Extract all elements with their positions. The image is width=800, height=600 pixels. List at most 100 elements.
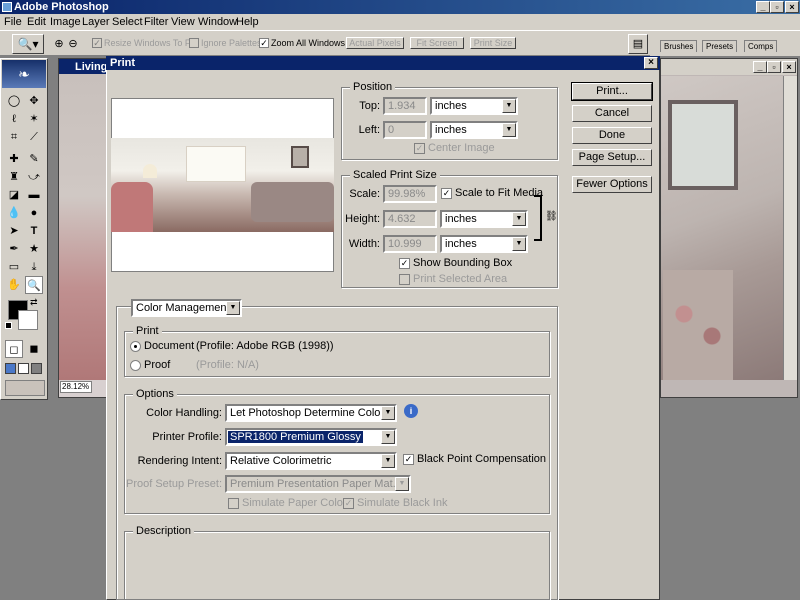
fit-screen-button[interactable]: Fit Screen <box>410 37 464 49</box>
slice-tool-icon[interactable]: ⟋ <box>25 128 43 146</box>
height-unit-select[interactable]: inches ▼ <box>440 210 528 228</box>
page-setup-button[interactable]: Page Setup... <box>572 149 652 166</box>
screen-mode-full-menu-icon[interactable] <box>18 363 29 374</box>
left-input[interactable]: 0 <box>383 121 427 139</box>
history-brush-tool-icon[interactable]: ⤻ <box>25 168 43 186</box>
menu-select[interactable]: Select <box>112 15 143 29</box>
printer-profile-select[interactable]: SPR1800 Premium Glossy ▼ <box>225 428 397 446</box>
move-tool-icon[interactable]: ✥ <box>25 92 43 110</box>
scale-to-fit-media-checkbox[interactable] <box>441 188 452 199</box>
clone-stamp-tool-icon[interactable]: ♜ <box>5 168 23 186</box>
ignore-palettes-checkbox[interactable] <box>189 38 199 48</box>
cancel-button[interactable]: Cancel <box>572 105 652 122</box>
jump-to-imageready-icon[interactable] <box>5 380 45 396</box>
palette-tab-brushes[interactable]: Brushes <box>660 40 698 52</box>
height-label: Height: <box>345 213 380 225</box>
print-size-button[interactable]: Print Size <box>470 37 516 49</box>
simulate-paper-color-checkbox[interactable] <box>228 498 239 509</box>
menu-view[interactable]: View <box>171 15 195 29</box>
feather-logo-icon[interactable]: ❧ <box>2 60 46 88</box>
lasso-tool-icon[interactable]: ℓ <box>5 110 23 128</box>
doc-maximize-button[interactable]: ▫ <box>767 61 781 73</box>
zoom-out-icon[interactable]: ⊖ <box>66 37 80 51</box>
proof-setup-preset-select[interactable]: Premium Presentation Paper Mat... ▼ <box>225 475 411 493</box>
path-selection-tool-icon[interactable]: ➤ <box>5 222 23 240</box>
width-unit-select[interactable]: inches ▼ <box>440 235 528 253</box>
pen-tool-icon[interactable]: ✒ <box>5 240 23 258</box>
left-unit-select[interactable]: inches ▼ <box>430 121 518 139</box>
maximize-button[interactable]: ▫ <box>770 1 784 13</box>
menu-image[interactable]: Image <box>50 15 81 29</box>
document-radio-label: Document <box>144 340 195 352</box>
hand-tool-icon[interactable]: ✋ <box>5 276 23 294</box>
dodge-tool-icon[interactable]: ● <box>25 204 43 222</box>
marquee-tool-icon[interactable]: ◯ <box>5 92 23 110</box>
print-selected-area-checkbox[interactable] <box>399 274 410 285</box>
zoom-in-icon[interactable]: ⊕ <box>52 37 66 51</box>
width-input[interactable]: 10.999 <box>383 235 437 253</box>
output-mode-select[interactable]: Color Management ▼ <box>131 299 242 317</box>
fewer-options-button[interactable]: Fewer Options <box>572 176 652 193</box>
menu-edit[interactable]: Edit <box>27 15 46 29</box>
menu-window[interactable]: Window <box>198 15 237 29</box>
vertical-scrollbar[interactable] <box>783 76 797 380</box>
chain-link-icon[interactable]: ⛓ <box>545 211 558 223</box>
height-input[interactable]: 4.632 <box>383 210 437 228</box>
resize-windows-checkbox[interactable] <box>92 38 102 48</box>
palette-tab-comps[interactable]: Comps <box>744 40 778 52</box>
file-browser-icon[interactable]: ▤ <box>628 34 648 54</box>
menu-filter[interactable]: Filter <box>144 15 168 29</box>
default-colors-icon[interactable] <box>5 322 12 329</box>
document-zoom-field[interactable]: 28.12% <box>60 381 92 393</box>
zoom-tool-preset[interactable]: 🔍▾ <box>12 34 44 54</box>
ignore-palettes-label: Ignore Palettes <box>201 38 262 48</box>
screen-mode-standard-icon[interactable] <box>5 363 16 374</box>
menu-file[interactable]: File <box>4 15 22 29</box>
blur-tool-icon[interactable]: 💧 <box>5 204 23 222</box>
zoom-tool-icon[interactable]: 🔍 <box>25 276 43 294</box>
document-title: Living <box>75 61 108 73</box>
magic-wand-tool-icon[interactable]: ✶ <box>25 110 43 128</box>
minimize-button[interactable]: _ <box>756 1 770 13</box>
simulate-black-ink-checkbox[interactable] <box>343 498 354 509</box>
document-radio[interactable] <box>130 341 141 352</box>
crop-tool-icon[interactable]: ⌗ <box>5 128 23 146</box>
print-button[interactable]: Print... <box>571 82 653 101</box>
eraser-tool-icon[interactable]: ◪ <box>5 186 23 204</box>
type-tool-icon[interactable]: T <box>25 222 43 240</box>
menu-help[interactable]: Help <box>236 15 259 29</box>
notes-tool-icon[interactable]: ▭ <box>5 258 23 276</box>
proof-radio[interactable] <box>130 360 141 371</box>
document-photo-left <box>59 74 107 380</box>
rendering-intent-select[interactable]: Relative Colorimetric ▼ <box>225 452 397 470</box>
gradient-tool-icon[interactable]: ▬ <box>25 186 43 204</box>
palette-tab-presets[interactable]: Presets <box>702 40 738 52</box>
black-point-compensation-checkbox[interactable] <box>403 454 414 465</box>
top-input[interactable]: 1.934 <box>383 97 427 115</box>
actual-pixels-button[interactable]: Actual Pixels <box>346 37 404 49</box>
screen-mode-full-icon[interactable] <box>31 363 42 374</box>
center-image-checkbox[interactable] <box>414 143 425 154</box>
color-handling-select[interactable]: Let Photoshop Determine Colors ▼ <box>225 404 397 422</box>
info-icon[interactable]: i <box>404 404 418 418</box>
swap-colors-icon[interactable]: ⇄ <box>30 297 38 308</box>
doc-close-button[interactable]: × <box>782 61 796 73</box>
standard-mode-icon[interactable]: ◻ <box>5 340 23 358</box>
shape-tool-icon[interactable]: ★ <box>25 240 43 258</box>
show-bounding-box-checkbox[interactable] <box>399 258 410 269</box>
zoom-all-windows-checkbox[interactable] <box>259 38 269 48</box>
top-unit-select[interactable]: inches ▼ <box>430 97 518 115</box>
done-button[interactable]: Done <box>572 127 652 144</box>
background-color-swatch[interactable] <box>18 310 38 330</box>
menu-layer[interactable]: Layer <box>82 15 110 29</box>
app-title: Adobe Photoshop <box>14 1 109 13</box>
print-dialog-close-button[interactable]: × <box>644 57 658 69</box>
brush-tool-icon[interactable]: ✎ <box>25 150 43 168</box>
quick-mask-icon[interactable]: ◼ <box>25 340 43 358</box>
doc-minimize-button[interactable]: _ <box>753 61 767 73</box>
room-wall-art-image <box>291 146 309 168</box>
close-button[interactable]: × <box>785 1 799 13</box>
scale-input[interactable]: 99.98% <box>383 185 437 203</box>
eyedropper-tool-icon[interactable]: ⤓ <box>25 258 43 276</box>
healing-brush-tool-icon[interactable]: ✚ <box>5 150 23 168</box>
